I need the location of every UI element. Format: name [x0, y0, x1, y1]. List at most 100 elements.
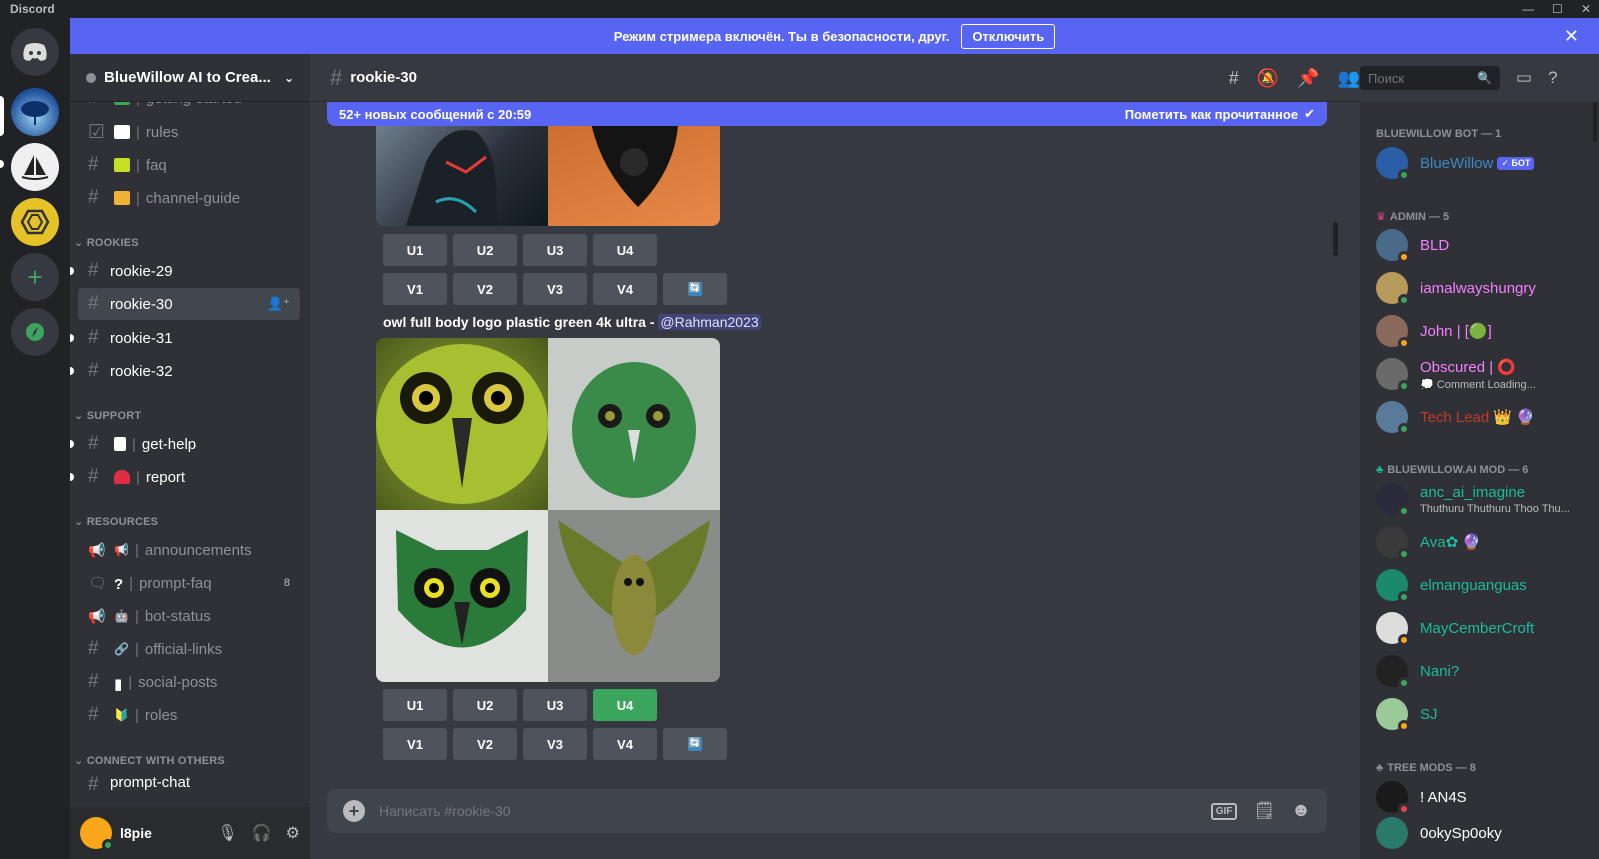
channel-rookie-30[interactable]: # rookie-30 👤⁺	[78, 288, 300, 320]
member-item[interactable]: Nani?	[1368, 650, 1588, 692]
bluewillow-server-icon[interactable]	[11, 88, 59, 136]
gif-icon[interactable]: GIF	[1210, 802, 1238, 820]
channel-emoji-icon: 📢	[114, 543, 129, 557]
variation-3-button[interactable]: V3	[523, 273, 587, 305]
settings-gear-icon[interactable]: ⚙	[286, 823, 300, 843]
channel-emoji-icon	[114, 158, 130, 172]
hash-icon: #	[88, 154, 99, 175]
variation-1-button[interactable]: V1	[383, 273, 447, 305]
attach-plus-icon[interactable]: +	[343, 800, 365, 822]
channel-social-posts[interactable]: # ▮ | social-posts	[78, 666, 300, 698]
member-item[interactable]: Obscured | ⭕ 💭 Comment Loading...	[1368, 353, 1588, 395]
search-input[interactable]: Поиск 🔍	[1360, 66, 1500, 90]
member-group-header: BLUEWILLOW BOT — 1	[1376, 128, 1502, 140]
close-window-icon[interactable]: ✕	[1581, 0, 1591, 18]
member-item[interactable]: MayCemberCroft	[1368, 607, 1588, 649]
help-icon[interactable]: ?	[1548, 68, 1557, 88]
channel-bot-status[interactable]: 📢 🤖 | bot-status	[78, 600, 300, 632]
pin-icon[interactable]: 📌	[1297, 68, 1319, 89]
chevron-down-icon[interactable]: ⌄	[284, 71, 294, 85]
server-header[interactable]: BlueWillow AI to Crea... ⌄	[70, 54, 310, 102]
upscale-3-button[interactable]: U3	[523, 689, 587, 721]
microphone-icon[interactable]: 🎙	[217, 823, 237, 843]
variation-1-button[interactable]: V1	[383, 728, 447, 760]
upscale-4-button-selected[interactable]: U4	[593, 689, 657, 721]
maximize-icon[interactable]: ☐	[1552, 0, 1563, 18]
headphones-icon[interactable]: 🎧	[252, 823, 272, 843]
channel-rookie-31[interactable]: # rookie-31	[78, 322, 300, 354]
tree-role-icon: ♣	[1376, 762, 1384, 774]
category-rookies[interactable]: ⌄ ROOKIES	[74, 236, 139, 249]
category-connect-with-others[interactable]: ⌄ CONNECT WITH OTHERS	[74, 754, 225, 767]
close-notice-icon[interactable]: ✕	[1564, 26, 1579, 47]
add-member-icon[interactable]: 👤⁺	[267, 296, 290, 312]
user-mention[interactable]: @Rahman2023	[658, 314, 761, 330]
mark-as-read-button[interactable]: Пометить как прочитанное	[1125, 107, 1298, 122]
member-item[interactable]: Ava✿ 🔮	[1368, 521, 1588, 563]
channel-rules[interactable]: ☑ | rules	[78, 116, 300, 148]
owl-image-1[interactable]	[376, 338, 548, 510]
reroll-button[interactable]: 🔄	[663, 273, 727, 305]
minimize-icon[interactable]: —	[1522, 0, 1534, 18]
channel-rookie-29[interactable]: # rookie-29	[78, 255, 300, 287]
channel-name: rookie-31	[110, 329, 173, 347]
channel-name: prompt-faq	[139, 574, 212, 592]
message-input[interactable]: + Написать #rookie-30 GIF 🗒 ☻	[327, 789, 1327, 833]
chat-header: # rookie-30 # 🔕 📌 👥	[310, 54, 1360, 102]
upscale-3-button[interactable]: U3	[523, 234, 587, 266]
channel-prompt-chat[interactable]: # prompt-chat	[78, 774, 300, 796]
channel-report[interactable]: # | report	[78, 461, 300, 493]
notification-muted-icon[interactable]: 🔕	[1257, 68, 1279, 89]
upscale-4-button[interactable]: U4	[593, 234, 657, 266]
member-list-scrollbar[interactable]	[1593, 102, 1597, 142]
member-item[interactable]: BLD	[1368, 224, 1588, 266]
member-item[interactable]: anc_ai_imagine Thuthuru Thuthuru Thoo Thu…	[1368, 478, 1588, 520]
reroll-button[interactable]: 🔄	[663, 728, 727, 760]
variation-4-button[interactable]: V4	[593, 728, 657, 760]
upscale-2-button[interactable]: U2	[453, 234, 517, 266]
variation-2-button[interactable]: V2	[453, 273, 517, 305]
member-item[interactable]: iamalwayshungry	[1368, 267, 1588, 309]
owl-image-4[interactable]	[548, 510, 720, 682]
disable-streamer-button[interactable]: Отключить	[961, 23, 1056, 49]
owl-image-2[interactable]	[548, 338, 720, 510]
member-item[interactable]: Tech Lead 👑 🔮	[1368, 396, 1588, 438]
question-icon: ?	[114, 576, 124, 593]
owl-image-3[interactable]	[376, 510, 548, 682]
server-name: BlueWillow AI to Crea...	[104, 69, 271, 86]
category-resources[interactable]: ⌄ RESOURCES	[74, 515, 158, 528]
member-item[interactable]: John | [🟢]	[1368, 310, 1588, 352]
variation-3-button[interactable]: V3	[523, 728, 587, 760]
channel-announcements[interactable]: 📢 📢 | announcements	[78, 534, 300, 566]
threads-icon[interactable]: #	[1229, 68, 1239, 89]
channel-prompt-faq[interactable]: 🗨? | prompt-faq 8	[78, 567, 300, 599]
member-item[interactable]: BlueWillow ✓ БОТ	[1368, 142, 1588, 184]
upscale-1-button[interactable]: U1	[383, 234, 447, 266]
channel-get-help[interactable]: # | get-help	[78, 428, 300, 460]
discord-home-icon[interactable]	[11, 28, 59, 76]
midjourney-server-icon[interactable]	[11, 143, 59, 191]
member-list-icon[interactable]: 👥	[1338, 68, 1360, 89]
channel-rookie-32[interactable]: # rookie-32	[78, 355, 300, 387]
emoji-icon[interactable]: ☻	[1291, 800, 1311, 822]
member-item[interactable]: SJ	[1368, 693, 1588, 735]
channel-channel-guide[interactable]: # | channel-guide	[78, 182, 300, 214]
variation-2-button[interactable]: V2	[453, 728, 517, 760]
channel-roles[interactable]: # 🔰 | roles	[78, 699, 300, 731]
inbox-icon[interactable]: ▭	[1516, 68, 1532, 88]
avatar[interactable]	[80, 817, 114, 851]
explore-servers-icon[interactable]	[11, 308, 59, 356]
channel-faq[interactable]: # | faq	[78, 149, 300, 181]
upscale-2-button[interactable]: U2	[453, 689, 517, 721]
category-support[interactable]: ⌄ SUPPORT	[74, 409, 141, 422]
channel-official-links[interactable]: # 🔗 | official-links	[78, 633, 300, 665]
member-item[interactable]: elmanguanguas	[1368, 564, 1588, 606]
sticker-icon[interactable]: 🗒	[1253, 801, 1275, 821]
upscale-1-button[interactable]: U1	[383, 689, 447, 721]
add-server-icon[interactable]: +	[11, 253, 59, 301]
member-item[interactable]: 0okySp0oky	[1368, 812, 1588, 854]
new-messages-bar[interactable]: 52+ новых сообщений с 20:59 Пометить как…	[327, 102, 1327, 126]
chat-scrollbar[interactable]	[1333, 222, 1338, 256]
variation-4-button[interactable]: V4	[593, 273, 657, 305]
yellow-server-icon[interactable]	[11, 198, 59, 246]
